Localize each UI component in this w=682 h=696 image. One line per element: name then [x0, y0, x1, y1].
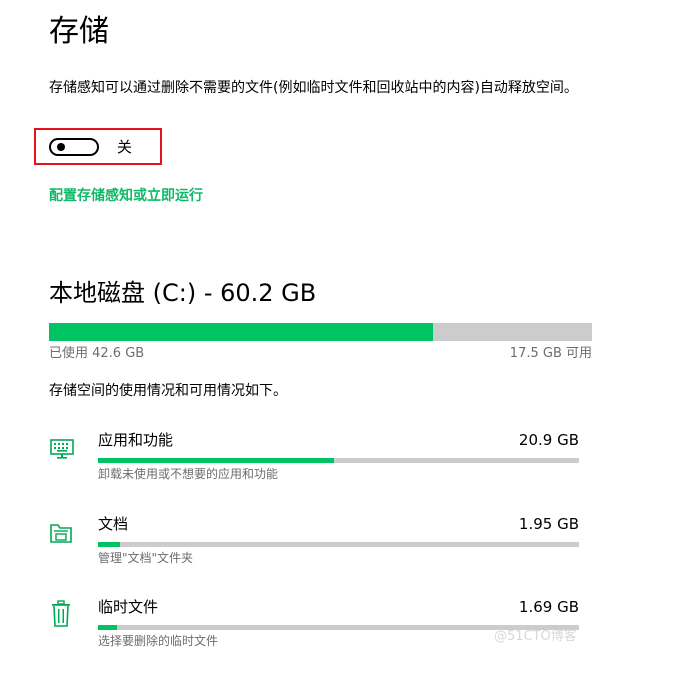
keyboard-icon — [49, 436, 75, 462]
category-size: 1.69 GB — [518, 598, 579, 616]
category-usage-bar — [98, 458, 579, 463]
folder-icon — [49, 519, 75, 545]
category-subtitle: 选择要删除的临时文件 — [98, 634, 219, 648]
category-usage-bar-fill — [98, 542, 120, 547]
category-usage-bar — [98, 542, 579, 547]
category-size: 20.9 GB — [518, 431, 579, 449]
usage-description: 存储空间的使用情况和可用情况如下。 — [49, 383, 287, 399]
watermark: @51CTO博客 — [494, 629, 577, 644]
trash-icon — [49, 599, 75, 627]
category-size: 1.95 GB — [518, 515, 579, 533]
category-usage-bar-fill — [98, 458, 334, 463]
configure-storage-sense-link[interactable]: 配置存储感知或立即运行 — [49, 186, 203, 206]
storage-sense-description: 存储感知可以通过删除不需要的文件(例如临时文件和回收站中的内容)自动释放空间。 — [49, 80, 578, 96]
drive-usage-bar-fill — [49, 323, 434, 341]
toggle-state-label: 关 — [117, 138, 133, 156]
category-name: 文档 — [98, 515, 129, 533]
free-space-label: 17.5 GB 可用 — [509, 346, 592, 361]
used-space-label: 已使用 42.6 GB — [49, 346, 145, 361]
category-usage-bar-fill — [98, 625, 118, 630]
toggle-knob — [57, 143, 65, 151]
category-name: 应用和功能 — [98, 431, 174, 449]
category-temp-files[interactable]: 临时文件 1.69 GB 选择要删除的临时文件 — [49, 597, 589, 657]
category-subtitle: 卸载未使用或不想要的应用和功能 — [98, 467, 279, 481]
page-title: 存储 — [49, 14, 109, 49]
storage-sense-toggle[interactable] — [49, 138, 99, 156]
category-documents[interactable]: 文档 1.95 GB 管理"文档"文件夹 — [49, 514, 589, 574]
drive-usage-bar — [49, 323, 592, 341]
category-subtitle: 管理"文档"文件夹 — [98, 551, 194, 565]
category-name: 临时文件 — [98, 598, 159, 616]
category-apps-features[interactable]: 应用和功能 20.9 GB 卸载未使用或不想要的应用和功能 — [49, 430, 589, 490]
storage-settings-page: 存储 存储感知可以通过删除不需要的文件(例如临时文件和回收站中的内容)自动释放空… — [0, 0, 682, 696]
drive-title: 本地磁盘 (C:) - 60.2 GB — [49, 279, 317, 307]
